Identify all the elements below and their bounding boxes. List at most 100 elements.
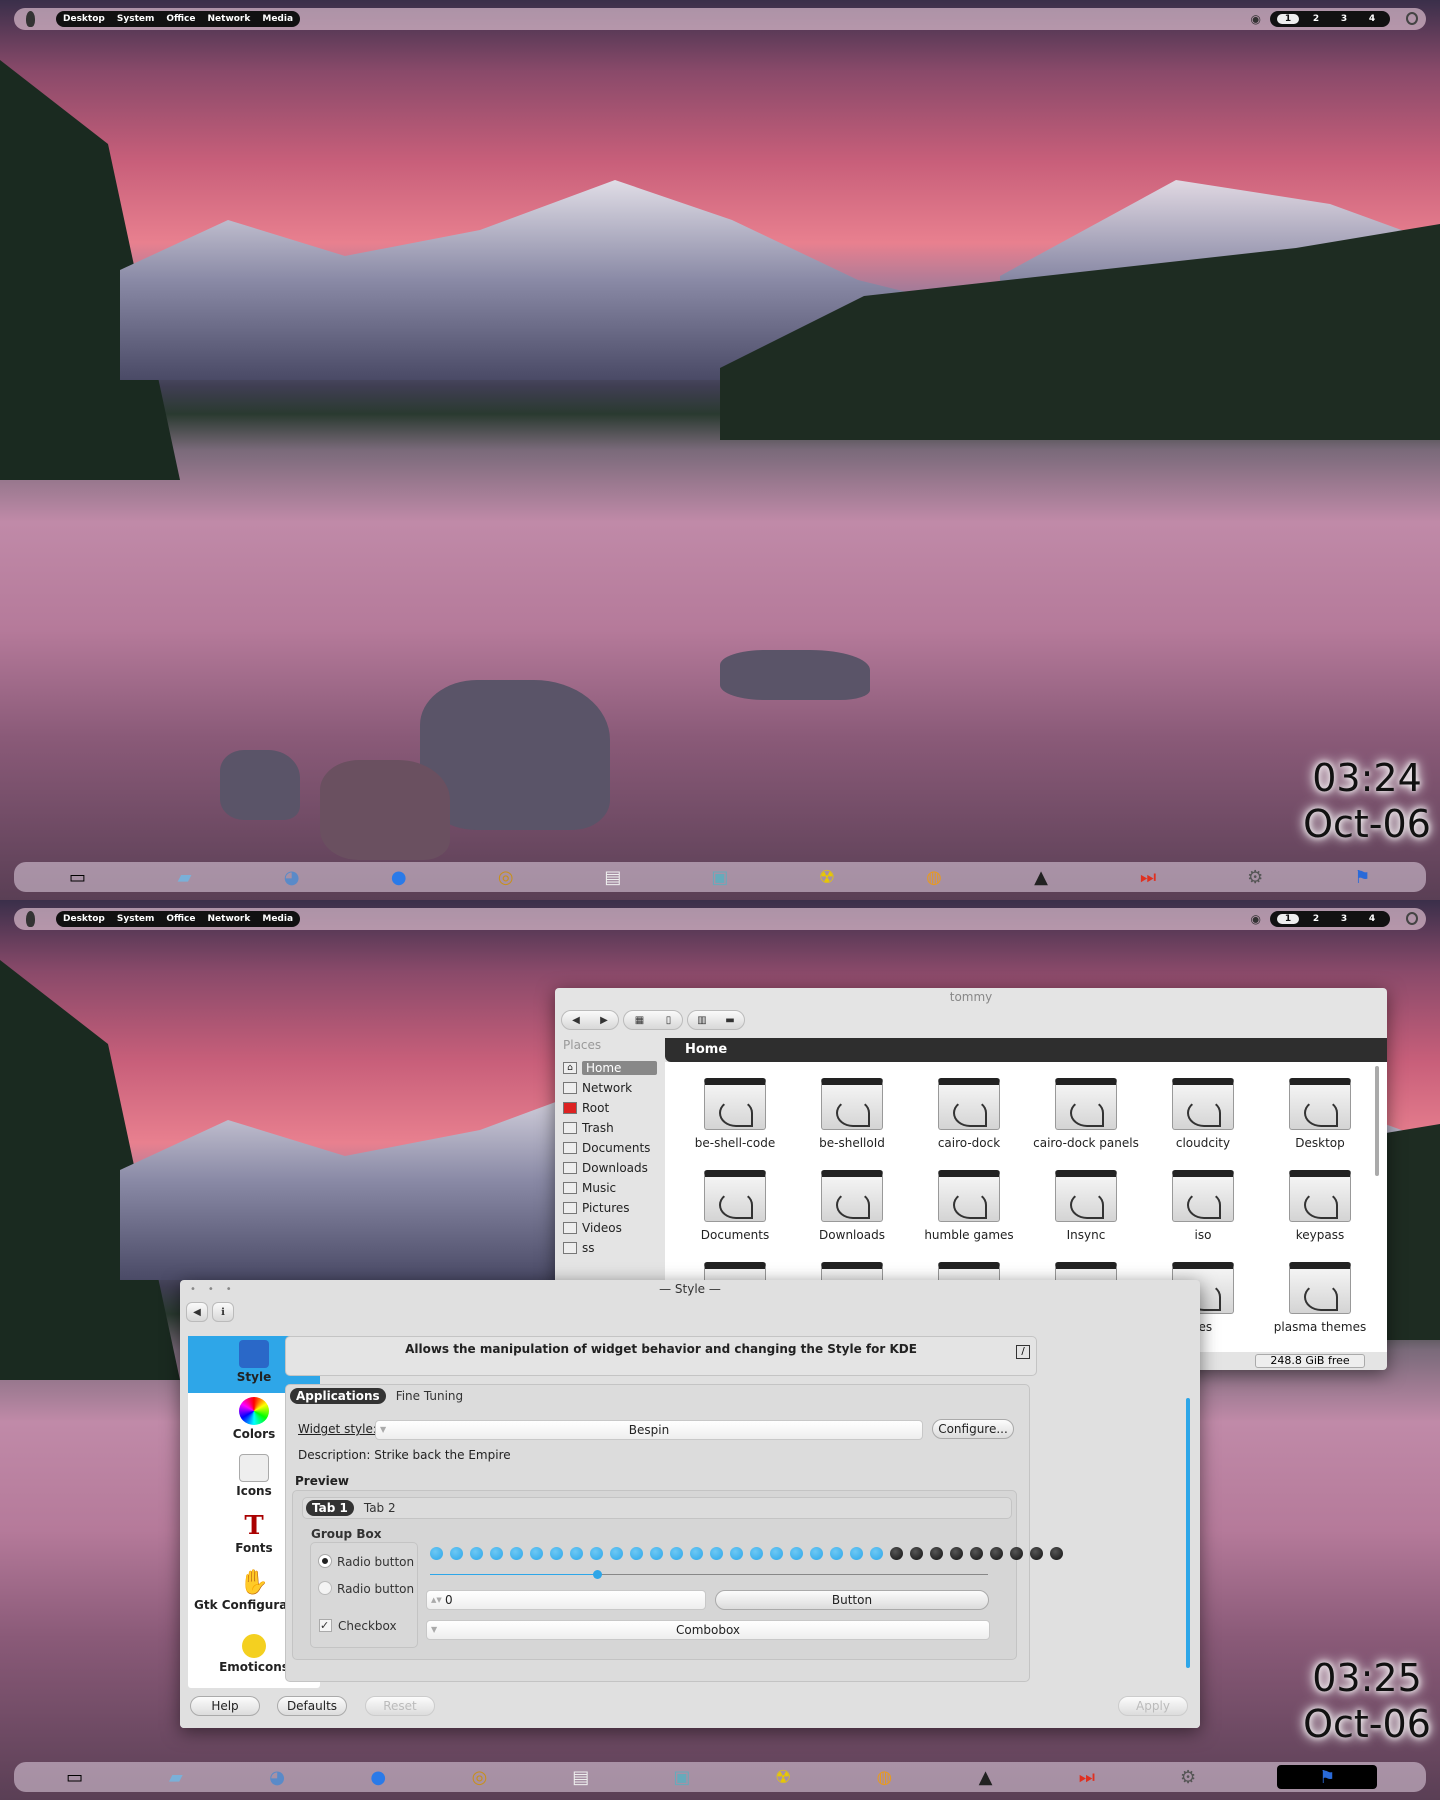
folder-item[interactable]: Insync (1028, 1170, 1144, 1242)
wifi-icon[interactable]: ◉ (1251, 912, 1261, 926)
info-button[interactable]: ℹ (212, 1302, 234, 1322)
forward-icon[interactable]: ▶ (600, 1015, 608, 1026)
menu-network[interactable]: Network (208, 914, 251, 924)
folder-item[interactable]: iso (1145, 1170, 1261, 1242)
place-root[interactable]: Root (555, 1098, 665, 1118)
combobox[interactable]: ▼ Combobox (426, 1620, 990, 1640)
desktop-1[interactable]: 1 (1277, 14, 1299, 24)
desktop-2[interactable]: 2 (1305, 14, 1327, 24)
ubuntu-app-icon[interactable]: ◍ (872, 1765, 896, 1789)
place-trash[interactable]: Trash (555, 1118, 665, 1138)
menu-office[interactable]: Office (166, 14, 195, 24)
place-home[interactable]: ⌂ Home (555, 1058, 665, 1078)
chromium-icon[interactable]: ◕ (280, 865, 304, 889)
terminal-icon[interactable]: ▭ (63, 1765, 87, 1789)
desktop-1[interactable]: 1 (1277, 914, 1299, 924)
place-music[interactable]: Music (555, 1178, 665, 1198)
place-ss[interactable]: ss (555, 1238, 665, 1258)
terminal-icon[interactable]: ▭ (66, 865, 90, 889)
folder-item[interactable]: be-shelloId (794, 1078, 910, 1150)
folder-item[interactable]: plasma themes (1262, 1262, 1378, 1334)
desktop-3[interactable]: 3 (1333, 914, 1355, 924)
widget-style-select[interactable]: Bespin ▼ (375, 1420, 923, 1440)
menu-media[interactable]: Media (262, 14, 293, 24)
coin-app-icon[interactable]: ◎ (467, 1765, 491, 1789)
scrollbar[interactable] (1186, 1398, 1190, 1668)
gear-app-icon[interactable]: ⚙ (1176, 1765, 1200, 1789)
vlc-cone-icon[interactable]: ▲ (1029, 865, 1053, 889)
desktop-4[interactable]: 4 (1361, 14, 1383, 24)
ubuntu-app-icon[interactable]: ◍ (922, 865, 946, 889)
icon-view-icon[interactable]: ▦ (635, 1015, 644, 1026)
messenger-icon[interactable]: ● (387, 865, 411, 889)
back-icon[interactable]: ◀ (572, 1015, 580, 1026)
power-icon[interactable] (1406, 912, 1418, 925)
checkbox[interactable]: ✓ Checkbox (319, 1619, 397, 1633)
folder-icon[interactable]: ▰ (164, 1765, 188, 1789)
folder-item[interactable]: Downloads (794, 1170, 910, 1242)
folder-item[interactable]: keypass (1262, 1170, 1378, 1242)
power-icon[interactable] (1406, 12, 1418, 25)
detail-view-icon[interactable]: ▯ (666, 1015, 672, 1026)
text-editor-icon[interactable]: ▤ (569, 1765, 593, 1789)
tv-icon[interactable]: ▣ (670, 1765, 694, 1789)
desktop-2[interactable]: 2 (1305, 914, 1327, 924)
edit-icon[interactable]: / (1016, 1345, 1030, 1359)
preview-tab-2[interactable]: Tab 2 (364, 1501, 396, 1515)
menu-system[interactable]: System (117, 14, 155, 24)
menu-office[interactable]: Office (166, 914, 195, 924)
folder-item[interactable]: cairo-dock (911, 1078, 1027, 1150)
gear-app-icon[interactable]: ⚙ (1243, 865, 1267, 889)
apple-menu-icon[interactable] (26, 911, 35, 927)
menu-media[interactable]: Media (262, 914, 293, 924)
folder-item[interactable]: cairo-dock panels (1028, 1078, 1144, 1150)
menu-system[interactable]: System (117, 914, 155, 924)
tv-icon[interactable]: ▣ (708, 865, 732, 889)
folder-item[interactable]: Documents (677, 1170, 793, 1242)
folder-icon[interactable]: ▰ (173, 865, 197, 889)
menu-desktop[interactable]: Desktop (63, 914, 105, 924)
place-documents[interactable]: Documents (555, 1138, 665, 1158)
defaults-button[interactable]: Defaults (277, 1696, 347, 1716)
apple-menu-icon[interactable] (26, 11, 35, 27)
folder-item[interactable]: be-shell-code (677, 1078, 793, 1150)
wifi-icon[interactable]: ◉ (1251, 12, 1261, 26)
radiation-icon[interactable]: ☢ (771, 1765, 795, 1789)
tab-applications[interactable]: Applications (290, 1388, 386, 1404)
radiation-icon[interactable]: ☢ (815, 865, 839, 889)
preview-tab-1[interactable]: Tab 1 (306, 1500, 354, 1516)
scrollbar[interactable] (1375, 1066, 1379, 1176)
desktop-4[interactable]: 4 (1361, 914, 1383, 924)
menu-desktop[interactable]: Desktop (63, 14, 105, 24)
place-network[interactable]: Network (555, 1078, 665, 1098)
radio-button-2[interactable]: Radio button (319, 1582, 414, 1596)
menu-icon[interactable]: ▬ (725, 1015, 734, 1026)
coin-app-icon[interactable]: ◎ (494, 865, 518, 889)
configure-button[interactable]: Configure... (932, 1419, 1014, 1439)
back-button[interactable]: ◀ (186, 1302, 208, 1322)
flag-icon[interactable]: ⚑ (1277, 1765, 1378, 1789)
tab-fine-tuning[interactable]: Fine Tuning (396, 1389, 463, 1403)
radio-button-1[interactable]: Radio button (319, 1555, 414, 1569)
place-pictures[interactable]: Pictures (555, 1198, 665, 1218)
place-videos[interactable]: Videos (555, 1218, 665, 1238)
folder-item[interactable]: humble games (911, 1170, 1027, 1242)
folder-item[interactable]: Desktop (1262, 1078, 1378, 1150)
vlc-cone-icon[interactable]: ▲ (974, 1765, 998, 1789)
flag-icon[interactable]: ⚑ (1350, 865, 1374, 889)
slider[interactable] (430, 1570, 988, 1579)
menu-network[interactable]: Network (208, 14, 251, 24)
spinbox[interactable]: ▲▼ 0 (426, 1590, 706, 1610)
help-button[interactable]: Help (190, 1696, 260, 1716)
apply-button[interactable]: Apply (1118, 1696, 1188, 1716)
desktop-3[interactable]: 3 (1333, 14, 1355, 24)
reset-button[interactable]: Reset (365, 1696, 435, 1716)
place-downloads[interactable]: Downloads (555, 1158, 665, 1178)
media-player-icon[interactable]: ⏭ (1075, 1765, 1099, 1789)
preview-button[interactable]: Button (715, 1590, 989, 1610)
text-editor-icon[interactable]: ▤ (601, 865, 625, 889)
folder-item[interactable]: cloudcity (1145, 1078, 1261, 1150)
media-player-icon[interactable]: ⏭ (1136, 865, 1160, 889)
chromium-icon[interactable]: ◕ (265, 1765, 289, 1789)
messenger-icon[interactable]: ● (366, 1765, 390, 1789)
